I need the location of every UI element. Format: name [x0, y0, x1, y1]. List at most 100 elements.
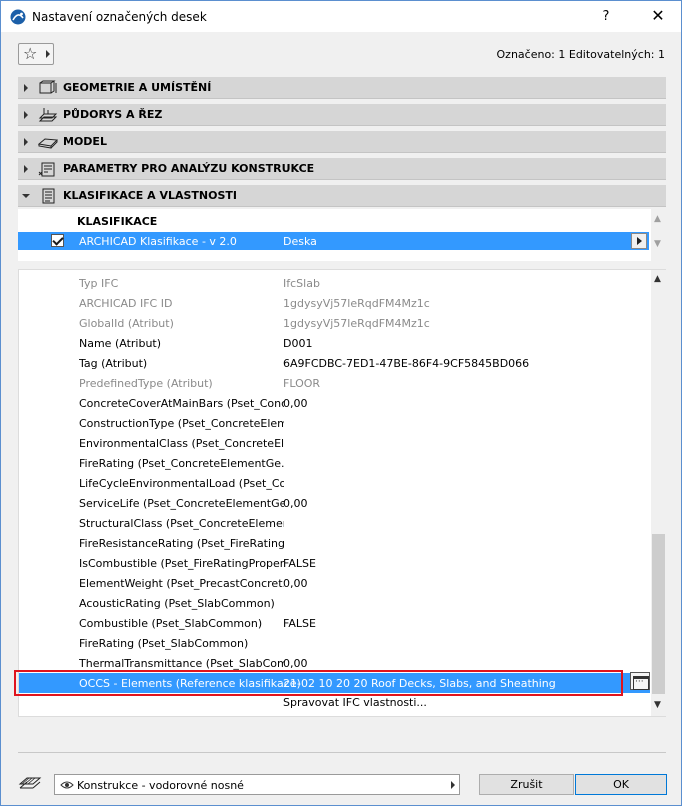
cancel-button[interactable]: Zrušit: [479, 774, 574, 795]
chevron-right-icon: [24, 111, 28, 119]
classification-icon: [42, 188, 55, 204]
classification-value: Deska: [283, 235, 317, 248]
section-label: KLASIFIKACE A VLASTNOSTI: [63, 189, 238, 202]
property-row[interactable]: EnvironmentalClass (Pset_ConcreteEl...: [19, 433, 650, 453]
property-name: ServiceLife (Pset_ConcreteElementGe...: [79, 497, 284, 510]
property-row[interactable]: FireResistanceRating (Pset_FireRating...: [19, 533, 650, 553]
property-name: LifeCycleEnvironmentalLoad (Pset_Co...: [79, 477, 284, 490]
section-label: PARAMETRY PRO ANALÝZU KONSTRUKCE: [63, 162, 315, 175]
property-name: EnvironmentalClass (Pset_ConcreteEl...: [79, 437, 284, 450]
dialog-window: Nastavení označených desek ? ✕ ☆ Označen…: [0, 0, 682, 806]
classification-picker-button[interactable]: [631, 233, 647, 249]
property-row[interactable]: StructuralClass (Pset_ConcreteElemen...: [19, 513, 650, 533]
eye-icon: [60, 781, 74, 789]
property-value: 6A9FCDBC-7ED1-47BE-86F4-9CF5845BD066: [283, 357, 530, 370]
section-label: PŮDORYS A ŘEZ: [63, 108, 163, 121]
classification-header: KLASIFIKACE: [77, 215, 158, 228]
geometry-icon: [39, 80, 57, 94]
favorites-button[interactable]: ☆: [18, 43, 54, 65]
property-row[interactable]: ConstructionType (Pset_ConcreteElem...: [19, 413, 650, 433]
property-row[interactable]: ARCHICAD IFC ID 1gdysyVj57leRqdFM4Mz1c: [19, 293, 650, 313]
footer-divider: [18, 752, 666, 753]
property-value: 0,00: [283, 397, 308, 410]
property-name: Combustible (Pset_SlabCommon): [79, 617, 263, 630]
edit-value-button[interactable]: [630, 672, 650, 690]
property-row[interactable]: Name (Atribut) D001: [19, 333, 650, 353]
star-icon: ☆: [23, 44, 38, 63]
property-name: AcousticRating (Pset_SlabCommon): [79, 597, 275, 610]
section-floorplan[interactable]: PŮDORYS A ŘEZ: [18, 104, 666, 126]
structural-icon: [38, 162, 55, 177]
ok-button[interactable]: OK: [575, 774, 667, 795]
property-row[interactable]: Combustible (Pset_SlabCommon) FALSE: [19, 613, 650, 633]
property-name: FireResistanceRating (Pset_FireRating...: [79, 537, 284, 550]
property-value: FALSE: [283, 617, 316, 630]
property-row[interactable]: FireRating (Pset_ConcreteElementGe...: [19, 453, 650, 473]
property-name: ConcreteCoverAtMainBars (Pset_Conc...: [79, 397, 284, 410]
layer-select[interactable]: Konstrukce - vodorovné nosné: [54, 774, 460, 795]
property-name: Tag (Atribut): [79, 357, 148, 370]
property-row[interactable]: FireRating (Pset_SlabCommon): [19, 633, 650, 653]
chevron-right-icon: [24, 165, 28, 173]
property-value: 0,00: [283, 657, 308, 670]
property-row[interactable]: ConcreteCoverAtMainBars (Pset_Conc... 0,0…: [19, 393, 650, 413]
section-structural[interactable]: PARAMETRY PRO ANALÝZU KONSTRUKCE: [18, 158, 666, 180]
scrollbar-thumb[interactable]: [652, 534, 665, 694]
property-value: IfcSlab: [283, 277, 320, 290]
section-label: MODEL: [63, 135, 107, 148]
classification-row[interactable]: ARCHICAD Klasifikace - v 2.0 Deska: [18, 232, 649, 250]
property-name: StructuralClass (Pset_ConcreteElemen...: [79, 517, 284, 530]
property-row[interactable]: GlobalId (Atribut) 1gdysyVj57leRqdFM4Mz1c: [19, 313, 650, 333]
section-geometry[interactable]: GEOMETRIE A UMÍSTĚNÍ: [18, 77, 666, 99]
property-row[interactable]: IsCombustible (Pset_FireRatingProper... F…: [19, 553, 650, 573]
property-name: PredefinedType (Atribut): [79, 377, 213, 390]
close-button[interactable]: ✕: [643, 5, 673, 27]
section-classification[interactable]: KLASIFIKACE A VLASTNOSTI: [18, 185, 666, 207]
chevron-right-icon: [24, 84, 28, 92]
scroll-down-icon[interactable]: ▼: [654, 239, 661, 249]
property-value: 1gdysyVj57leRqdFM4Mz1c: [283, 317, 430, 330]
property-name: IsCombustible (Pset_FireRatingProper...: [79, 557, 284, 570]
property-name: Name (Atribut): [79, 337, 162, 350]
property-value: D001: [283, 337, 313, 350]
property-value: FLOOR: [283, 377, 321, 390]
property-row[interactable]: Typ IFC IfcSlab: [19, 273, 650, 293]
property-name: FireRating (Pset_ConcreteElementGe...: [79, 457, 284, 470]
layer-icon: [18, 777, 42, 789]
property-name: GlobalId (Atribut): [79, 317, 174, 330]
property-name: ARCHICAD IFC ID: [79, 297, 173, 310]
property-name: ConstructionType (Pset_ConcreteElem...: [79, 417, 284, 430]
classification-panel: KLASIFIKACE ARCHICAD Klasifikace - v 2.0…: [18, 209, 666, 261]
window-title: Nastavení označených desek: [32, 10, 207, 24]
property-value: 0,00: [283, 497, 308, 510]
property-name: ThermalTransmittance (Pset_SlabCom...: [79, 657, 284, 670]
property-row[interactable]: ServiceLife (Pset_ConcreteElementGe... 0,…: [19, 493, 650, 513]
section-label: GEOMETRIE A UMÍSTĚNÍ: [63, 81, 212, 94]
property-row[interactable]: AcousticRating (Pset_SlabCommon): [19, 593, 650, 613]
highlight-box: [14, 670, 623, 696]
property-row[interactable]: LifeCycleEnvironmentalLoad (Pset_Co...: [19, 473, 650, 493]
chevron-right-icon: [451, 781, 455, 789]
property-name: ElementWeight (Pset_PrecastConcret...: [79, 577, 284, 590]
section-model[interactable]: MODEL: [18, 131, 666, 153]
classification-checkbox[interactable]: [51, 234, 64, 247]
properties-scrollbar[interactable]: ▲ ▼: [651, 270, 666, 716]
property-row[interactable]: ElementWeight (Pset_PrecastConcret... 0,0…: [19, 573, 650, 593]
archicad-app-icon: [10, 9, 26, 25]
classification-scrollbar[interactable]: ▲ ▼: [651, 209, 666, 261]
property-name: Typ IFC: [79, 277, 119, 290]
property-value: FALSE: [283, 557, 316, 570]
selection-info: Označeno: 1 Editovatelných: 1: [496, 48, 665, 61]
classification-system: ARCHICAD Klasifikace - v 2.0: [79, 235, 237, 248]
manage-ifc-properties-button[interactable]: Spravovat IFC vlastnosti...: [283, 696, 427, 709]
scroll-down-icon[interactable]: ▼: [654, 700, 661, 710]
chevron-right-icon: [46, 50, 50, 58]
scroll-up-icon[interactable]: ▲: [654, 214, 661, 224]
property-value: 1gdysyVj57leRqdFM4Mz1c: [283, 297, 430, 310]
help-button[interactable]: ?: [593, 6, 619, 28]
chevron-down-icon: [22, 194, 30, 198]
property-row[interactable]: Tag (Atribut) 6A9FCDBC-7ED1-47BE-86F4-9CF…: [19, 353, 650, 373]
property-name: FireRating (Pset_SlabCommon): [79, 637, 249, 650]
scroll-up-icon[interactable]: ▲: [654, 274, 661, 284]
property-row[interactable]: PredefinedType (Atribut) FLOOR: [19, 373, 650, 393]
